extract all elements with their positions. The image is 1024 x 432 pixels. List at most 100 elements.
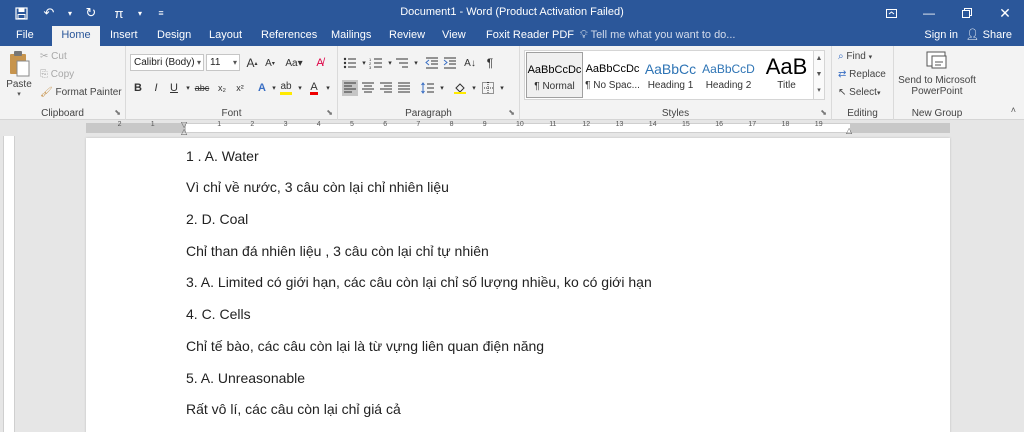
- paste-dropdown-icon[interactable]: ▾: [4, 90, 34, 98]
- close-icon[interactable]: ✕: [986, 0, 1024, 26]
- strikethrough-icon[interactable]: abc: [192, 80, 212, 96]
- select-button[interactable]: ↖ Select▾: [838, 87, 880, 98]
- cut-button[interactable]: ✂ Cut: [40, 51, 67, 62]
- tab-view[interactable]: View: [434, 26, 474, 46]
- clear-formatting-icon[interactable]: A̸: [312, 55, 328, 71]
- ruler-number: 14: [648, 121, 657, 128]
- increase-indent-icon[interactable]: [442, 55, 458, 71]
- cursor-icon: ↖: [838, 87, 847, 98]
- send-to-label-1: Send to Microsoft: [898, 75, 976, 86]
- font-group-label: Font: [221, 108, 242, 119]
- paste-button[interactable]: Paste ▾: [4, 50, 34, 100]
- italic-icon[interactable]: I: [148, 80, 164, 96]
- paragraph-launcher-icon[interactable]: ⬊: [508, 108, 515, 117]
- right-indent-marker-icon[interactable]: △: [846, 127, 852, 135]
- font-size-combo[interactable]: 11 ▾: [206, 54, 240, 71]
- font-name-combo[interactable]: Calibri (Body) ▾: [130, 54, 204, 71]
- chevron-down-icon[interactable]: ▼: [814, 67, 824, 83]
- ruler-number: 11: [549, 121, 557, 128]
- ruler-number: 2: [250, 121, 255, 128]
- style-no-spacing[interactable]: AaBbCcDc ¶ No Spac...: [584, 52, 641, 98]
- tab-review[interactable]: Review: [381, 26, 433, 46]
- decrease-indent-icon[interactable]: [424, 55, 440, 71]
- style-heading-1[interactable]: AaBbCc Heading 1: [642, 52, 699, 98]
- align-center-icon[interactable]: [360, 80, 376, 96]
- styles-scroll[interactable]: ▲ ▼ ▾: [813, 50, 825, 100]
- collapse-ribbon-icon[interactable]: ˄: [1011, 105, 1016, 115]
- line-spacing-dropdown-icon[interactable]: ▾: [434, 80, 450, 96]
- paragraph[interactable]: 1 . A. Water: [186, 148, 259, 164]
- cut-label: Cut: [51, 51, 67, 62]
- minimize-icon[interactable]: —: [910, 0, 948, 26]
- paragraph[interactable]: Chỉ tế bào, các câu còn lại là từ vựng l…: [186, 338, 544, 354]
- share-button[interactable]: 👤︎ Share: [966, 26, 1012, 46]
- style-title[interactable]: AaB Title: [758, 52, 815, 98]
- font-color-dropdown-icon[interactable]: ▾: [320, 80, 336, 96]
- tab-mailings[interactable]: Mailings: [323, 26, 379, 46]
- style-heading-1-preview: AaBbCc: [644, 61, 697, 77]
- tab-layout[interactable]: Layout: [201, 26, 250, 46]
- copy-icon: ⎘: [40, 69, 48, 80]
- align-right-icon[interactable]: [378, 80, 394, 96]
- show-formatting-marks-icon[interactable]: ¶: [482, 55, 498, 71]
- chevron-down-icon: ▾: [868, 54, 873, 61]
- multilevel-dropdown-icon[interactable]: ▾: [408, 55, 424, 71]
- horizontal-ruler[interactable]: 2 1 1 2 3 4 5 6 7 8 9 10 11 12 13 14 15 16 17 18 19 ▽ △ △: [0, 121, 1024, 136]
- align-left-icon[interactable]: [342, 80, 358, 96]
- paragraph[interactable]: 2. D. Coal: [186, 211, 248, 227]
- bold-icon[interactable]: B: [130, 80, 146, 96]
- paragraph[interactable]: 4. C. Cells: [186, 306, 251, 322]
- paste-label: Paste: [6, 79, 32, 90]
- tab-foxit-reader-pdf[interactable]: Foxit Reader PDF: [478, 26, 582, 46]
- tab-design[interactable]: Design: [149, 26, 199, 46]
- styles-gallery: AaBbCcDc ¶ Normal AaBbCcDc ¶ No Spac... …: [524, 50, 816, 100]
- paragraph[interactable]: Rất vô lí, các câu còn lại chỉ giá cả: [186, 401, 401, 417]
- paragraph[interactable]: 3. A. Limited có giới hạn, các câu còn l…: [186, 274, 652, 290]
- tab-file[interactable]: File: [8, 26, 42, 46]
- tab-references[interactable]: References: [253, 26, 325, 46]
- change-case-icon[interactable]: Aa▾: [282, 55, 306, 71]
- borders-dropdown-icon[interactable]: ▾: [494, 80, 510, 96]
- tell-me-search[interactable]: 💡︎ Tell me what you want to do...: [580, 26, 735, 46]
- grow-font-icon[interactable]: A ▴: [244, 55, 260, 71]
- document-page[interactable]: 1 . A. Water Vì chỉ về nước, 3 câu còn l…: [86, 138, 950, 432]
- clipboard-launcher-icon[interactable]: ⬊: [114, 108, 121, 117]
- find-button[interactable]: ⌕ Find ▾: [838, 51, 872, 62]
- ribbon-display-options-icon[interactable]: [872, 0, 910, 26]
- select-label: Select: [849, 87, 877, 98]
- ruler-left-margin: [86, 123, 186, 133]
- copy-button[interactable]: ⎘ Copy: [40, 69, 74, 80]
- sort-icon[interactable]: A↓: [462, 55, 478, 71]
- style-heading-2[interactable]: AaBbCcD Heading 2: [700, 52, 757, 98]
- chevron-up-icon[interactable]: ▲: [814, 51, 824, 67]
- replace-label: Replace: [849, 69, 886, 80]
- restore-icon[interactable]: [948, 0, 986, 26]
- font-launcher-icon[interactable]: ⬊: [326, 108, 333, 117]
- more-styles-icon[interactable]: ▾: [814, 83, 824, 99]
- tab-insert[interactable]: Insert: [102, 26, 146, 46]
- ruler-number: 18: [781, 121, 790, 128]
- paragraph[interactable]: 5. A. Unreasonable: [186, 370, 305, 386]
- format-painter-button[interactable]: 🖌︎ Format Painter: [40, 87, 122, 98]
- style-title-preview: AaB: [765, 54, 808, 79]
- superscript-icon[interactable]: x²: [232, 80, 248, 96]
- ruler-number: 19: [814, 121, 823, 128]
- subscript-icon[interactable]: x₂: [214, 80, 230, 96]
- send-to-powerpoint-button[interactable]: Send to Microsoft PowerPoint: [894, 50, 980, 97]
- tab-home[interactable]: Home: [52, 26, 100, 46]
- paragraph[interactable]: Vì chỉ về nước, 3 câu còn lại chỉ nhiên …: [186, 179, 449, 195]
- justify-icon[interactable]: [396, 80, 412, 96]
- paintbrush-icon: 🖌︎: [40, 87, 53, 98]
- sign-in-link[interactable]: Sign in: [924, 26, 958, 46]
- format-painter-label: Format Painter: [55, 87, 122, 98]
- powerpoint-icon: [926, 51, 947, 69]
- replace-button[interactable]: ⇄ Replace: [838, 69, 886, 80]
- find-label: Find: [846, 51, 866, 62]
- styles-launcher-icon[interactable]: ⬊: [820, 108, 827, 117]
- chevron-down-icon: ▾: [196, 58, 201, 67]
- indent-marker-icon[interactable]: ▽ △: [181, 121, 187, 136]
- vertical-ruler[interactable]: [3, 136, 15, 432]
- style-normal[interactable]: AaBbCcDc ¶ Normal: [526, 52, 583, 98]
- shrink-font-icon[interactable]: A ▾: [262, 55, 278, 71]
- paragraph[interactable]: Chỉ than đá nhiên liệu , 3 câu còn lại c…: [186, 243, 489, 259]
